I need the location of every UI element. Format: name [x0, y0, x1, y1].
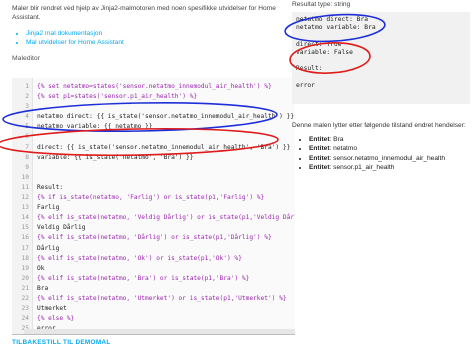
result-output: netatmo direct: Bra netatmo variable: Br… [292, 12, 470, 104]
code-line[interactable]: 18 {% elif is_state(netatmo, 'Ok') or is_… [12, 254, 295, 264]
entity-item: Entitet: Bra [309, 135, 474, 145]
code-text: {% set p1=states('sensor.p1_air_health')… [37, 93, 198, 101]
line-number: 16 [21, 234, 29, 242]
code-text: {% if is_state(netatmo, 'Farlig') or is_… [37, 194, 265, 202]
code-line[interactable]: 6 [12, 132, 295, 142]
code-text: netatmo direct: {{ is_state('sensor.neta… [37, 113, 295, 121]
code-line[interactable]: 2 {% set p1=states('sensor.p1_air_health'… [12, 92, 295, 102]
code-line[interactable]: 7 direct: {{ is_state('sensor.netatmo_inn… [12, 143, 295, 153]
code-line[interactable]: 20 {% elif is_state(netatmo, 'Bra') or is… [12, 274, 295, 284]
ha-extensions-link[interactable]: Mal utvidelser for Home Assistant [26, 39, 124, 46]
code-text: {% elif is_state(netatmo, 'Bra') or is_s… [37, 274, 250, 282]
line-number: 10 [21, 173, 29, 181]
link-item: Mal utvidelser for Home Assistant [26, 38, 284, 47]
line-number: 24 [21, 315, 29, 323]
line-number: 8 [25, 153, 29, 161]
line-number: 11 [21, 183, 29, 191]
horizontal-scrollbar[interactable] [24, 329, 295, 334]
line-number: 17 [21, 244, 29, 252]
link-item: Jinja2 mal dokumentasjon [26, 29, 284, 38]
code-text: {% elif is_state(netatmo, 'Utmerket') or… [37, 294, 287, 302]
line-number: 5 [25, 123, 29, 131]
line-number: 26 [12, 334, 29, 335]
code-line[interactable]: 8 variable: {{ is_state('netatmo', 'Bra')… [12, 153, 295, 163]
code-line[interactable]: 4 netatmo direct: {{ is_state('sensor.net… [12, 112, 295, 122]
editor-label: Maleditor [12, 55, 40, 62]
line-number: 9 [25, 163, 29, 171]
code-text: {% set netatmo=states('sensor.netatmo_in… [37, 83, 272, 90]
code-text: Veldig Dårlig [37, 224, 86, 232]
code-text: direct: {{ is_state('sensor.netatmo_inne… [37, 143, 291, 151]
code-line[interactable]: 11 Result: [12, 183, 295, 193]
reset-to-demo-button[interactable]: TILBAKESTILL TIL DEMOMAL [12, 339, 111, 346]
line-number: 18 [21, 254, 29, 262]
code-line[interactable]: 22 {% elif is_state(netatmo, 'Utmerket') … [12, 294, 295, 304]
code-line[interactable]: 1 {% set netatmo=states('sensor.netatmo_i… [12, 82, 295, 92]
code-line[interactable]: 17 Dårlig [12, 244, 295, 254]
code-text: variable: {{ is_state('netatmo', 'Bra') … [37, 153, 194, 161]
line-number: 19 [21, 264, 29, 272]
code-line[interactable]: 24 {% else %} [12, 314, 295, 324]
code-text: Result: [37, 183, 64, 191]
entity-item: Entitet: sensor.p1_air_health [309, 163, 474, 173]
line-number: 1 [25, 83, 29, 90]
code-line[interactable]: 21 Bra [12, 284, 295, 294]
doc-links: Jinja2 mal dokumentasjon Mal utvidelser … [26, 29, 284, 47]
code-line[interactable]: 5 netatmo variable: {{ netatmo }} [12, 122, 295, 132]
code-text: Ok [37, 264, 45, 272]
line-number: 21 [21, 284, 29, 292]
code-line[interactable]: 15 Veldig Dårlig [12, 223, 295, 233]
line-number: 12 [21, 194, 29, 202]
code-line[interactable]: 3 [12, 102, 295, 112]
code-line[interactable]: 12 {% if is_state(netatmo, 'Farlig') or i… [12, 193, 295, 203]
line-number: 4 [25, 113, 29, 121]
code-text: Utmerket [37, 305, 67, 313]
entity-item: Entitet: sensor.netatmo_innemodul_air_he… [309, 154, 474, 164]
code-line[interactable]: 26{% endif %} [12, 334, 295, 335]
code-editor[interactable]: 1 {% set netatmo=states('sensor.netatmo_i… [12, 78, 295, 335]
template-editor-panel: Maler blir rendret ved hjelp av Jinja2-m… [12, 4, 284, 62]
entity-list: Entitet: Bra Entitet: netatmo Entitet: s… [309, 135, 474, 173]
line-number: 14 [21, 214, 29, 222]
code-lines[interactable]: 1 {% set netatmo=states('sensor.netatmo_i… [12, 82, 295, 335]
line-number: 23 [21, 305, 29, 313]
code-text: {% elif is_state(netatmo, 'Veldig Dårlig… [37, 214, 295, 222]
line-number: 2 [25, 93, 29, 101]
line-number: 7 [25, 143, 29, 151]
line-number: 3 [25, 103, 29, 111]
code-text: Dårlig [37, 244, 60, 252]
code-line[interactable]: 13 Farlig [12, 203, 295, 213]
code-line[interactable]: 23 Utmerket [12, 304, 295, 314]
line-number: 13 [21, 204, 29, 212]
code-text: Farlig [37, 204, 60, 212]
code-text: {% elif is_state(netatmo, 'Dårlig') or i… [37, 234, 272, 242]
code-line[interactable]: 10 [12, 173, 295, 183]
code-text: netatmo variable: {{ netatmo }} [37, 123, 153, 131]
code-line[interactable]: 9 [12, 163, 295, 173]
line-number: 22 [21, 294, 29, 302]
listen-title: Denne malen lytter etter følgende tilsta… [292, 122, 466, 129]
code-text: {% elif is_state(netatmo, 'Ok') or is_st… [37, 254, 242, 262]
line-number: 6 [25, 133, 29, 141]
jinja-docs-link[interactable]: Jinja2 mal dokumentasjon [26, 30, 102, 37]
line-number: 15 [21, 224, 29, 232]
code-line[interactable]: 16 {% elif is_state(netatmo, 'Dårlig') or… [12, 233, 295, 243]
entity-item: Entitet: netatmo [309, 144, 474, 154]
code-text: Bra [37, 284, 49, 292]
result-type: Resultat type: string [292, 1, 351, 8]
code-text: {% else %} [37, 315, 75, 323]
intro-text: Maler blir rendret ved hjelp av Jinja2-m… [12, 5, 276, 21]
code-line[interactable]: 19 Ok [12, 264, 295, 274]
line-number: 20 [21, 274, 29, 282]
code-line[interactable]: 14 {% elif is_state(netatmo, 'Veldig Dårl… [12, 213, 295, 223]
result-panel: Resultat type: string netatmo direct: Br… [292, 0, 474, 173]
